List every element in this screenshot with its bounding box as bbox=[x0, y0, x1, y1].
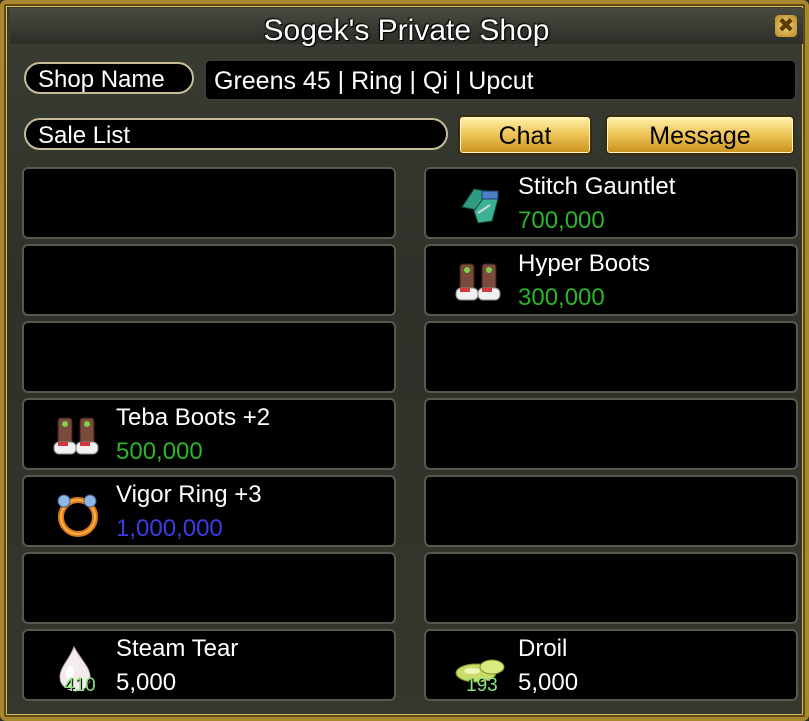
title-bar[interactable]: Sogek's Private Shop ✖ bbox=[10, 8, 803, 47]
shop-item-slot[interactable]: 193 Droil 5,000 bbox=[424, 629, 798, 701]
item-name: Vigor Ring +3 bbox=[116, 481, 262, 508]
gauntlet-icon[interactable] bbox=[452, 181, 508, 231]
item-price: 700,000 bbox=[518, 207, 605, 234]
shop-item-slot[interactable]: Stitch Gauntlet 700,000 bbox=[424, 167, 798, 239]
empty-slot[interactable] bbox=[22, 244, 396, 316]
item-name: Teba Boots +2 bbox=[116, 404, 271, 431]
shop-name-label: Shop Name bbox=[24, 62, 194, 94]
empty-slot[interactable] bbox=[22, 167, 396, 239]
empty-slot[interactable] bbox=[22, 552, 396, 624]
window-title: Sogek's Private Shop bbox=[263, 14, 550, 47]
shop-item-slot[interactable]: Teba Boots +2 500,000 bbox=[22, 398, 396, 470]
item-name: Steam Tear bbox=[116, 635, 239, 662]
close-button[interactable]: ✖ bbox=[775, 15, 797, 37]
empty-slot[interactable] bbox=[424, 398, 798, 470]
close-icon: ✖ bbox=[777, 15, 795, 37]
item-name: Hyper Boots bbox=[518, 250, 651, 277]
item-quantity: 193 bbox=[466, 675, 498, 696]
item-quantity: 410 bbox=[64, 675, 96, 696]
chat-button[interactable]: Chat bbox=[458, 115, 592, 155]
shop-item-slot[interactable]: Vigor Ring +3 1,000,000 bbox=[22, 475, 396, 547]
private-shop-window: Sogek's Private Shop ✖ Shop Name Greens … bbox=[0, 0, 809, 721]
shop-item-slot[interactable]: Hyper Boots 300,000 bbox=[424, 244, 798, 316]
item-name: Droil bbox=[518, 635, 568, 662]
item-price: 300,000 bbox=[518, 284, 605, 311]
message-button[interactable]: Message bbox=[605, 115, 795, 155]
item-name: Stitch Gauntlet bbox=[518, 173, 676, 200]
shop-item-slot[interactable]: 410 Steam Tear 5,000 bbox=[22, 629, 396, 701]
boots-icon[interactable] bbox=[452, 258, 508, 308]
item-price: 5,000 bbox=[518, 669, 579, 696]
empty-slot[interactable] bbox=[22, 321, 396, 393]
empty-slot[interactable] bbox=[424, 321, 798, 393]
shop-name-field: Greens 45 | Ring | Qi | Upcut bbox=[204, 59, 797, 101]
item-price: 500,000 bbox=[116, 438, 203, 465]
empty-slot[interactable] bbox=[424, 552, 798, 624]
sale-list-label: Sale List bbox=[24, 118, 448, 150]
empty-slot[interactable] bbox=[424, 475, 798, 547]
item-price: 5,000 bbox=[116, 669, 177, 696]
boots-icon[interactable] bbox=[50, 412, 106, 462]
ring-icon[interactable] bbox=[50, 489, 106, 539]
item-price: 1,000,000 bbox=[116, 515, 223, 542]
